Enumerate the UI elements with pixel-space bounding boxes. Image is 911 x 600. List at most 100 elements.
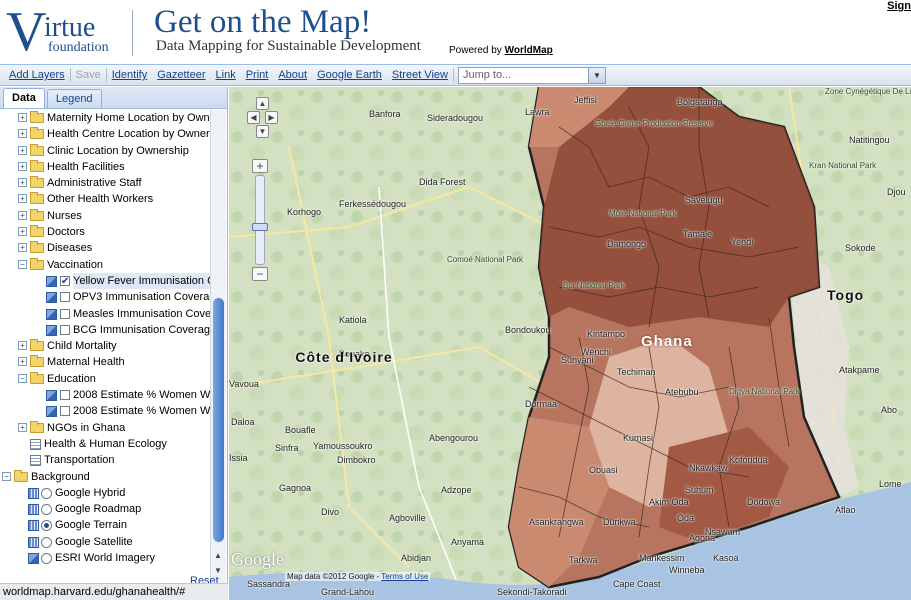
about-button[interactable]: About [273,69,312,81]
layer-tree-row[interactable]: + Maternity Home Location by Ownership [0,110,210,126]
panel-tabs: Data Legend [0,87,227,109]
scroll-down-icon[interactable]: ▼ [214,566,222,575]
pan-left-icon[interactable]: ◀ [247,111,260,124]
place-label: Kintampo [587,329,626,339]
layer-tree-label: Google Roadmap [55,503,142,516]
street-view-button[interactable]: Street View [387,69,453,81]
layer-tree-label: Health Centre Location by Ownership [47,128,210,141]
pan-down-icon[interactable]: ▼ [256,125,269,138]
layer-tree-row[interactable]: + Health Centre Location by Ownership [0,126,210,142]
layer-tree-row[interactable]: + NGOs in Ghana [0,420,210,436]
expand-icon[interactable]: + [18,161,27,171]
save-button[interactable]: Save [71,69,106,81]
expand-icon[interactable]: + [18,243,27,253]
worldmap-link[interactable]: WorldMap [505,45,553,56]
layer-tree-row[interactable]: + Doctors [0,224,210,240]
layer-tree-row[interactable]: + Child Mortality [0,338,210,354]
layer-tree-row[interactable]: BCG Immunisation Coverage 2 [0,322,210,338]
country-label-togo: Togo [827,287,865,303]
layer-tree-row[interactable]: 2008 Estimate % Women With [0,403,210,419]
layer-tree-row[interactable]: + Diseases [0,240,210,256]
tab-data[interactable]: Data [3,88,45,108]
layer-tree-row[interactable]: + Clinic Location by Ownership [0,143,210,159]
collapse-icon[interactable]: − [18,373,27,383]
gazetteer-button[interactable]: Gazetteer [152,69,210,81]
basemap-radio[interactable] [41,487,52,499]
layer-tree-row[interactable]: ESRI World Imagery [0,550,210,566]
folder-icon [30,355,44,368]
virtue-logo-sub: foundation [48,40,109,55]
virtue-logo-word[interactable]: irtue [44,14,95,42]
expand-icon[interactable]: + [18,194,27,204]
layer-checkbox[interactable]: ✔ [60,275,70,286]
collapse-icon[interactable]: − [18,259,27,269]
layer-tree-label: Google Hybrid [55,486,126,499]
chevron-down-icon[interactable]: ▼ [587,67,605,83]
expand-icon[interactable]: + [18,422,27,432]
layer-tree-row[interactable]: + Other Health Workers [0,191,210,207]
expand-icon[interactable]: + [18,357,27,367]
layer-tree-label: ESRI World Imagery [55,552,156,565]
expand-icon[interactable]: + [18,145,27,155]
layer-tree-row[interactable]: + Maternal Health [0,354,210,370]
layer-tree-row[interactable]: + Administrative Staff [0,175,210,191]
scroll-up-icon[interactable]: ▲ [214,551,222,560]
link-button[interactable]: Link [211,69,241,81]
print-button[interactable]: Print [241,69,274,81]
zoom-slider-knob[interactable] [252,223,268,231]
google-earth-button[interactable]: Google Earth [312,69,387,81]
layer-tree-row[interactable]: Health & Human Ecology [0,436,210,452]
jump-to-select[interactable]: Jump to... ▼ [457,66,606,84]
place-label: Damongo [607,239,647,249]
layer-tree-row[interactable]: Google Terrain [0,517,210,533]
expand-icon[interactable]: + [18,178,27,188]
google-logo[interactable]: Google [231,549,284,570]
panel-scrollbar[interactable]: ▲ ▼ [210,110,226,588]
layer-tree-row[interactable]: Google Hybrid [0,485,210,501]
map-canvas[interactable]: ▲ ◀ ▶ ▼ + − Banfora Sideradougou Jeffisi… [229,87,911,600]
zoom-out-icon[interactable]: − [252,267,268,281]
layer-checkbox[interactable] [60,308,70,319]
basemap-radio[interactable] [41,553,52,565]
basemap-radio[interactable] [41,536,52,548]
scrollbar-thumb[interactable] [213,298,224,542]
layer-tree-row[interactable]: + Nurses [0,208,210,224]
virtue-logo-letter[interactable]: V [6,2,46,62]
expand-icon[interactable]: + [18,341,27,351]
expand-icon[interactable]: + [18,210,27,220]
zoom-in-icon[interactable]: + [252,159,268,173]
layer-tree-row[interactable]: OPV3 Immunisation Coverage 2 [0,289,210,305]
collapse-icon[interactable]: − [2,471,11,481]
pan-up-icon[interactable]: ▲ [256,97,269,110]
layer-tree-row[interactable]: Measles Immunisation Coverage [0,306,210,322]
layer-checkbox[interactable] [60,390,70,401]
tab-legend[interactable]: Legend [46,89,102,108]
layer-tree-row[interactable]: Transportation [0,452,210,468]
layer-checkbox[interactable] [60,324,70,335]
layer-tree-row[interactable]: − Background [0,469,210,485]
zoom-track[interactable] [255,175,265,265]
expand-icon[interactable]: + [18,227,27,237]
layer-tree-row[interactable]: ✔Yellow Fever Immunisation Coverage [0,272,210,289]
place-label: Issia [229,453,248,463]
layer-tree-row[interactable]: Google Roadmap [0,501,210,517]
layer-tree-row[interactable]: − Vaccination [0,257,210,273]
terms-of-use-link[interactable]: Terms of Use [381,572,428,581]
expand-icon[interactable]: + [18,129,27,139]
identify-button[interactable]: Identify [107,69,152,81]
add-layers-button[interactable]: Add Layers [4,69,70,81]
pan-right-icon[interactable]: ▶ [265,111,278,124]
layer-panel: Data Legend + Maternity Home Location by … [0,87,228,600]
layer-tree-row[interactable]: Google Satellite [0,534,210,550]
basemap-icon [28,504,39,516]
layer-tree-row[interactable]: + Health Facilities [0,159,210,175]
basemap-radio[interactable] [41,520,52,532]
sign-in-link[interactable]: Sign [887,0,911,12]
layer-tree-row[interactable]: − Education [0,371,210,387]
place-label: Vavoua [229,379,259,389]
expand-icon[interactable]: + [18,113,27,122]
basemap-radio[interactable] [41,504,52,516]
layer-checkbox[interactable] [60,406,70,417]
layer-tree-row[interactable]: 2008 Estimate % Women With [0,387,210,403]
layer-checkbox[interactable] [60,292,70,303]
